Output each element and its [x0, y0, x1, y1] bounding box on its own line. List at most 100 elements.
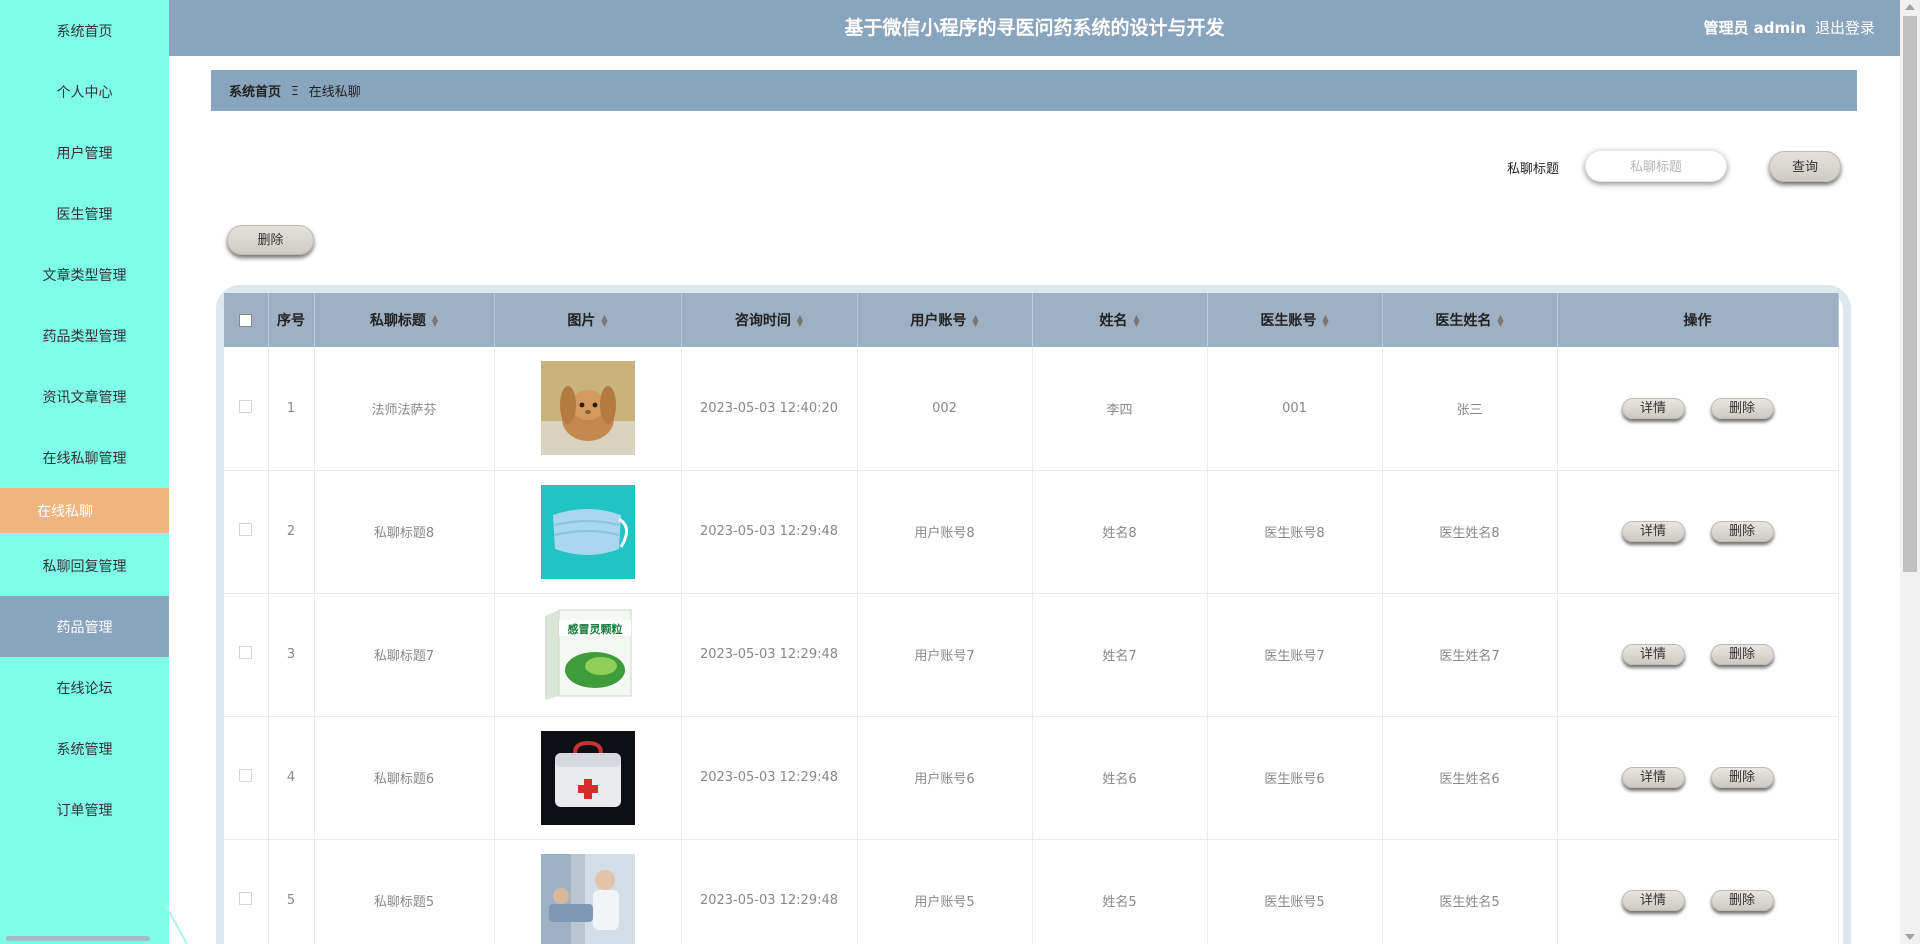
- row-doctor-name: 医生姓名6: [1382, 716, 1558, 840]
- row-checkbox[interactable]: [239, 523, 253, 536]
- sidebar-item-profile[interactable]: 个人中心: [0, 61, 169, 122]
- sort-icon[interactable]: ▲ ▼: [1322, 314, 1328, 328]
- table-row: 1 法师法萨芬 2023-05-03 12:40:20 002 李四 001 张…: [224, 347, 1839, 471]
- sidebar-item-drug-types[interactable]: 药品类型管理: [0, 305, 169, 366]
- column-header-doctor-name[interactable]: 医生姓名 ▲ ▼: [1382, 293, 1558, 347]
- row-title: 私聊标题6: [314, 716, 495, 840]
- column-header-name[interactable]: 姓名 ▲ ▼: [1032, 293, 1208, 347]
- column-header-image[interactable]: 图片 ▲ ▼: [494, 293, 682, 347]
- scroll-down-arrow-icon[interactable]: [1905, 934, 1915, 940]
- delete-button[interactable]: 删除: [1710, 521, 1774, 542]
- select-all-checkbox[interactable]: [239, 313, 253, 327]
- row-time: 2023-05-03 12:29:48: [681, 470, 858, 594]
- chat-table-container: 序号 私聊标题 ▲ ▼ 图片 ▲ ▼ 咨询时间 ▲ ▼ 用户账号 ▲ ▼ 姓名 ▲ ▼ 医生账号 ▲ ▼…: [216, 285, 1851, 944]
- sidebar-scrollbar[interactable]: [6, 936, 150, 941]
- sidebar-item-users[interactable]: 用户管理: [0, 122, 169, 183]
- sort-icon[interactable]: ▲ ▼: [432, 314, 438, 328]
- row-doctor-name: 医生姓名7: [1382, 593, 1558, 717]
- row-name: 姓名8: [1032, 470, 1208, 594]
- first-aid-kit-image[interactable]: [540, 730, 635, 825]
- logout-link[interactable]: 退出登录: [1815, 0, 1875, 56]
- row-user-account: 用户账号6: [857, 716, 1033, 840]
- select-all-cell: [224, 293, 269, 347]
- page-scrollbar[interactable]: [1900, 0, 1920, 944]
- medicine-box-image[interactable]: 感冒灵颗粒: [540, 607, 635, 702]
- sort-icon[interactable]: ▲ ▼: [601, 314, 607, 328]
- search-label: 私聊标题: [1507, 162, 1560, 177]
- row-time: 2023-05-03 12:29:48: [681, 839, 858, 944]
- row-index: 1: [268, 347, 315, 471]
- breadcrumb: 系统首页 Ξ 在线私聊: [211, 70, 1857, 111]
- sidebar-item-home[interactable]: 系统首页: [0, 0, 169, 61]
- sidebar-item-chat-replies[interactable]: 私聊回复管理: [0, 535, 169, 596]
- row-checkbox[interactable]: [239, 769, 253, 782]
- column-header-title[interactable]: 私聊标题 ▲ ▼: [314, 293, 495, 347]
- breadcrumb-home[interactable]: 系统首页: [229, 81, 281, 100]
- sidebar-item-article-types[interactable]: 文章类型管理: [0, 244, 169, 305]
- query-button[interactable]: 查询: [1769, 151, 1841, 182]
- column-header-actions: 操作: [1557, 293, 1839, 347]
- table-row: 2 私聊标题8 2023-05-03 12:29:48 用户账号8 姓名8 医生…: [224, 470, 1839, 594]
- detail-button[interactable]: 详情: [1621, 521, 1685, 542]
- hospital-scene-image[interactable]: [540, 853, 635, 944]
- delete-button[interactable]: 删除: [1710, 890, 1774, 911]
- table-row: 3 私聊标题7 感冒灵颗粒 2023-05-03 12:29:48 用户账号7 …: [224, 593, 1839, 717]
- delete-button[interactable]: 删除: [1710, 644, 1774, 665]
- sidebar-item-orders[interactable]: 订单管理: [0, 779, 169, 840]
- row-checkbox[interactable]: [239, 892, 253, 905]
- batch-delete-button[interactable]: 删除: [227, 225, 314, 255]
- row-name: 李四: [1032, 347, 1208, 471]
- sort-icon[interactable]: ▲ ▼: [972, 314, 978, 328]
- current-user: 管理员 admin: [1703, 19, 1806, 37]
- sidebar-item-doctors[interactable]: 医生管理: [0, 183, 169, 244]
- sidebar-decoration: [165, 903, 188, 944]
- sidebar-item-news-articles[interactable]: 资讯文章管理: [0, 366, 169, 427]
- row-title: 私聊标题8: [314, 470, 495, 594]
- row-doctor-name: 医生姓名8: [1382, 470, 1558, 594]
- column-header-index: 序号: [268, 293, 315, 347]
- sidebar-subitem-online-chat[interactable]: 在线私聊: [0, 488, 169, 533]
- sidebar-item-chat-management[interactable]: 在线私聊管理: [0, 427, 169, 488]
- delete-button[interactable]: 删除: [1710, 767, 1774, 788]
- sidebar: 系统首页 个人中心 用户管理 医生管理 文章类型管理 药品类型管理 资讯文章管理…: [0, 0, 169, 944]
- row-title: 私聊标题7: [314, 593, 495, 717]
- table-header-row: 序号 私聊标题 ▲ ▼ 图片 ▲ ▼ 咨询时间 ▲ ▼ 用户账号 ▲ ▼ 姓名 ▲ ▼ 医生账号 ▲ ▼…: [224, 293, 1839, 347]
- detail-button[interactable]: 详情: [1621, 890, 1685, 911]
- sort-icon[interactable]: ▲ ▼: [797, 314, 803, 328]
- scroll-up-arrow-icon[interactable]: [1905, 4, 1915, 10]
- page-title: 基于微信小程序的寻医问药系统的设计与开发: [844, 17, 1225, 39]
- row-user-account: 用户账号7: [857, 593, 1033, 717]
- breadcrumb-separator-icon: Ξ: [291, 83, 299, 98]
- scrollbar-thumb[interactable]: [1903, 16, 1917, 572]
- detail-button[interactable]: 详情: [1621, 644, 1685, 665]
- breadcrumb-current: 在线私聊: [308, 85, 361, 100]
- delete-button[interactable]: 删除: [1710, 397, 1774, 419]
- row-doctor-name: 医生姓名5: [1382, 839, 1558, 944]
- sidebar-item-forum[interactable]: 在线论坛: [0, 657, 169, 718]
- rabbit-image[interactable]: [540, 361, 635, 456]
- top-header: 基于微信小程序的寻医问药系统的设计与开发 管理员 admin 退出登录: [169, 0, 1900, 56]
- row-index: 5: [268, 839, 315, 944]
- row-doctor-account: 医生账号8: [1207, 470, 1383, 594]
- detail-button[interactable]: 详情: [1621, 397, 1685, 419]
- row-index: 3: [268, 593, 315, 717]
- sort-icon[interactable]: ▲ ▼: [1133, 314, 1139, 328]
- row-checkbox[interactable]: [239, 646, 253, 659]
- detail-button[interactable]: 详情: [1621, 767, 1685, 788]
- row-doctor-account: 医生账号5: [1207, 839, 1383, 944]
- row-doctor-account: 医生账号7: [1207, 593, 1383, 717]
- row-doctor-account: 001: [1207, 347, 1383, 471]
- column-header-time[interactable]: 咨询时间 ▲ ▼: [681, 293, 858, 347]
- row-doctor-name: 张三: [1382, 347, 1558, 471]
- svg-text:感冒灵颗粒: 感冒灵颗粒: [567, 622, 622, 636]
- sidebar-item-system[interactable]: 系统管理: [0, 718, 169, 779]
- row-name: 姓名5: [1032, 839, 1208, 944]
- column-header-doctor-account[interactable]: 医生账号 ▲ ▼: [1207, 293, 1383, 347]
- search-input[interactable]: [1585, 150, 1727, 182]
- column-header-user-account[interactable]: 用户账号 ▲ ▼: [857, 293, 1033, 347]
- row-checkbox[interactable]: [239, 399, 253, 413]
- face-mask-image[interactable]: [540, 484, 635, 579]
- sidebar-item-drugs[interactable]: 药品管理: [0, 596, 169, 657]
- row-time: 2023-05-03 12:40:20: [681, 347, 858, 471]
- sort-icon[interactable]: ▲ ▼: [1497, 314, 1503, 328]
